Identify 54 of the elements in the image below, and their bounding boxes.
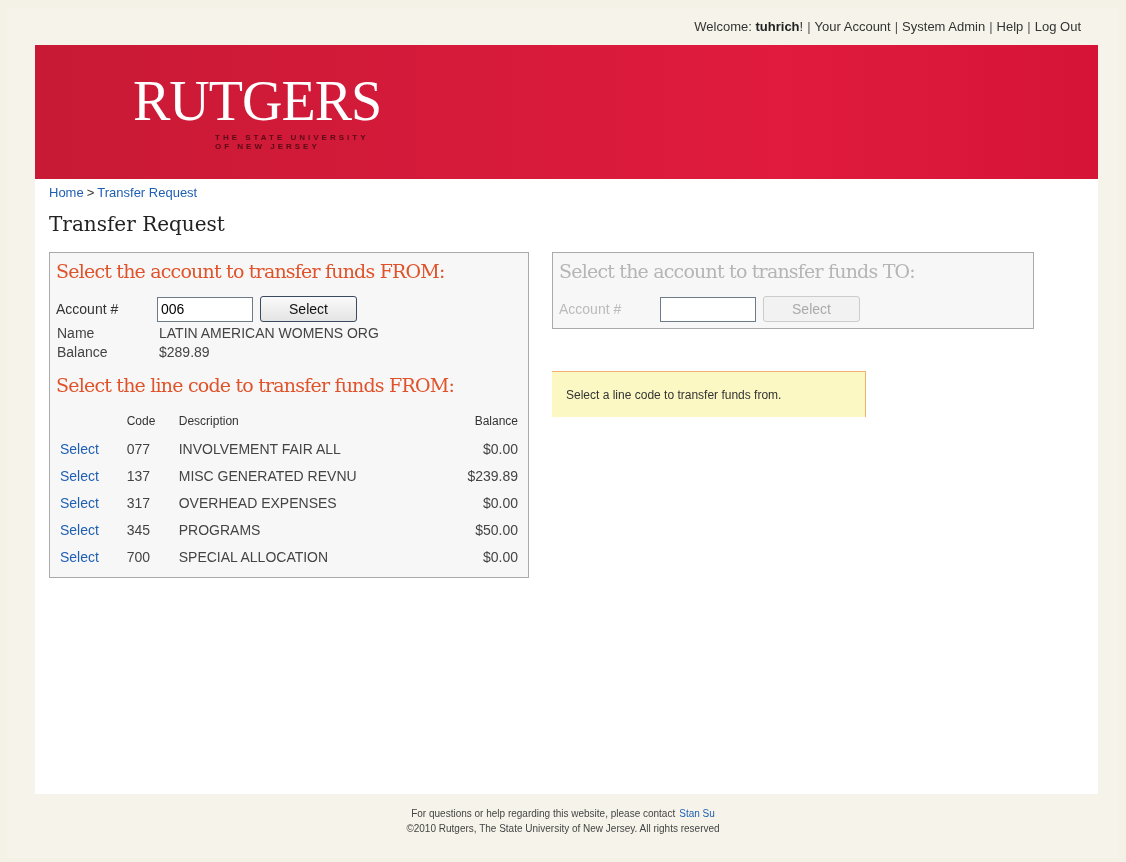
table-cell: 700 (126, 549, 150, 565)
nav-link[interactable]: System Admin (902, 19, 986, 34)
logo-text: RUTGERS (133, 73, 382, 129)
info-value: $289.89 (159, 343, 211, 362)
account-label: Account # (559, 301, 623, 317)
account-field[interactable]: 006 (157, 296, 253, 322)
column-header: Code (125, 413, 157, 430)
table-cell: 137 (126, 468, 150, 484)
section-heading: Select the account to transfer funds FROM: (56, 260, 446, 282)
footer-text: For questions or help regarding this website, please contact (411, 807, 676, 821)
table-cell: INVOLVEMENT FAIR ALL (178, 441, 341, 457)
column-header: Balance (473, 413, 519, 430)
copyright-text: ©2010 Rutgers, The State University of New Jersey. All rights reserved (406, 822, 720, 836)
contact-link[interactable]: Stan Su (679, 806, 715, 821)
table-cell: MISC GENERATED REVNU (178, 468, 357, 484)
table-cell: 077 (126, 441, 150, 457)
table-cell: $0.00 (482, 441, 518, 457)
info-value: LATIN AMERICAN WOMENS ORG (159, 324, 380, 343)
select-link[interactable]: Select (60, 468, 99, 484)
table-cell: $239.89 (467, 468, 518, 484)
column-header: Description (177, 413, 240, 430)
select-button[interactable]: Select (260, 296, 357, 322)
breadcrumb-link[interactable]: Home (49, 185, 84, 200)
logo-tagline: THE STATE UNIVERSITY (215, 133, 370, 142)
separator-text: | (807, 19, 811, 34)
info-label: Name (57, 324, 96, 343)
select-link[interactable]: Select (60, 495, 99, 511)
table-cell: OVERHEAD EXPENSES (178, 495, 337, 511)
table-cell: $0.00 (482, 495, 518, 511)
welcome-text: Welcome: tuhrich! (694, 19, 804, 34)
logo-tagline: OF NEW JERSEY (215, 142, 321, 151)
table-cell: PROGRAMS (178, 522, 261, 538)
nav-link[interactable]: Help (996, 19, 1024, 34)
select-link[interactable]: Select (60, 441, 99, 457)
nav-link[interactable]: Your Account (814, 19, 891, 34)
separator-text: | (989, 19, 993, 34)
table-cell: SPECIAL ALLOCATION (178, 549, 329, 565)
table-cell: $50.00 (475, 522, 518, 538)
select-link[interactable]: Select (60, 549, 99, 565)
info-label: Balance (57, 343, 109, 362)
table-cell: 345 (126, 522, 150, 538)
nav-link[interactable]: Log Out (1034, 19, 1081, 34)
notice-message: Select a line code to transfer funds from. (552, 371, 866, 417)
table-cell: $0.00 (482, 549, 518, 565)
breadcrumb-link[interactable]: Transfer Request (97, 185, 198, 200)
account-label: Account # (56, 301, 120, 317)
separator-text: | (1027, 19, 1031, 34)
page-title: Transfer Request (49, 212, 226, 236)
separator-text: | (894, 19, 899, 34)
breadcrumb-separator: > (86, 185, 95, 200)
table-cell: 317 (126, 495, 150, 511)
select-link[interactable]: Select (60, 522, 99, 538)
section-heading: Select the account to transfer funds TO: (559, 260, 916, 282)
section-heading: Select the line code to transfer funds FROM: (56, 374, 455, 396)
